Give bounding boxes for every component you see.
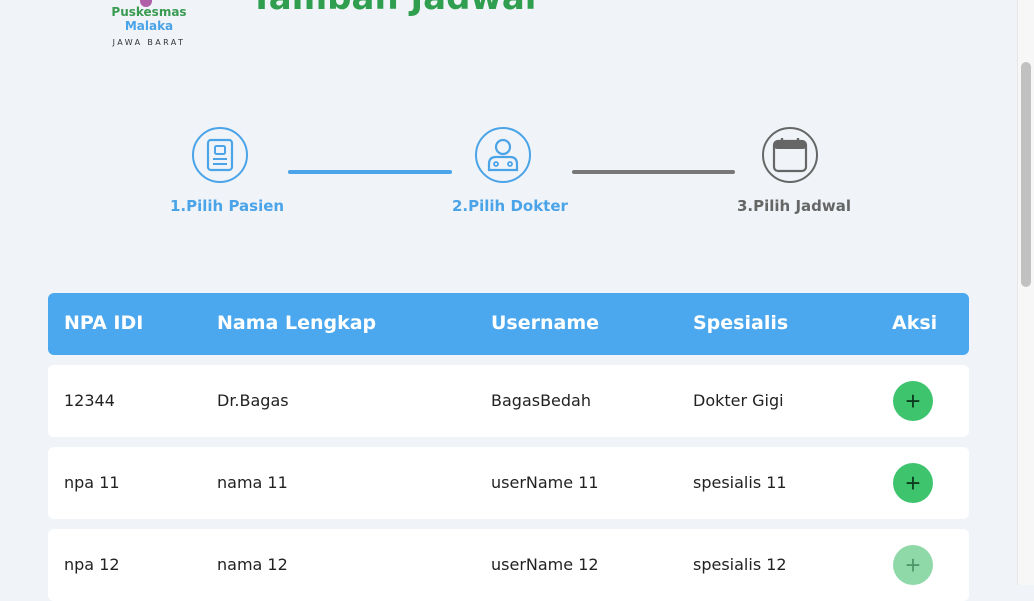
step-1-id-card-icon[interactable] [192,127,248,183]
step-3-calendar-icon[interactable] [762,127,818,183]
cell-nama: Dr.Bagas [217,391,289,410]
column-header-aksi: Aksi [892,312,938,334]
step-3-label[interactable]: 3.Pilih Jadwal [737,197,851,215]
cell-spesialis: spesialis 12 [693,555,787,574]
step-connector-2 [572,170,735,174]
add-doctor-button[interactable]: + [893,381,933,421]
cell-npa: 12344 [64,391,115,410]
column-header-username: Username [491,312,600,334]
column-header-nama: Nama Lengkap [217,312,377,334]
page-title: Tambah Jadwal [250,0,536,18]
brand-name-part2: Malaka [124,19,174,33]
cell-spesialis: spesialis 11 [693,473,787,492]
page-scrollbar[interactable] [1017,0,1034,585]
brand-name-part1: Puskesmas [111,5,187,19]
scrollbar-thumb[interactable] [1021,62,1031,287]
table-header: NPA IDI Nama Lengkap Username Spesialis … [48,293,969,355]
step-1-label[interactable]: 1.Pilih Pasien [170,197,284,215]
step-2-doctor-icon[interactable] [475,127,531,183]
brand-name: Puskesmas Malaka [86,5,212,33]
column-header-npa: NPA IDI [64,312,144,334]
add-doctor-button[interactable]: + [893,463,933,503]
plus-icon: + [905,550,921,580]
cell-npa: npa 11 [64,473,120,492]
brand-logo: Puskesmas Malaka JAWA BARAT [86,0,212,47]
plus-icon: + [905,468,921,498]
table-row: 12344 Dr.Bagas BagasBedah Dokter Gigi + [48,365,969,437]
table-row: npa 12 nama 12 userName 12 spesialis 12 … [48,529,969,601]
cell-npa: npa 12 [64,555,120,574]
brand-region: JAWA BARAT [112,38,186,47]
table-row: npa 11 nama 11 userName 11 spesialis 11 … [48,447,969,519]
cell-username: BagasBedah [491,391,591,410]
cell-username: userName 11 [491,473,599,492]
cell-nama: nama 11 [217,473,288,492]
add-doctor-button[interactable]: + [893,545,933,585]
step-connector-1 [288,170,452,174]
cell-username: userName 12 [491,555,599,574]
plus-icon: + [905,386,921,416]
cell-nama: nama 12 [217,555,288,574]
column-header-spesialis: Spesialis [693,312,789,334]
cell-spesialis: Dokter Gigi [693,391,784,410]
step-2-label[interactable]: 2.Pilih Dokter [452,197,568,215]
